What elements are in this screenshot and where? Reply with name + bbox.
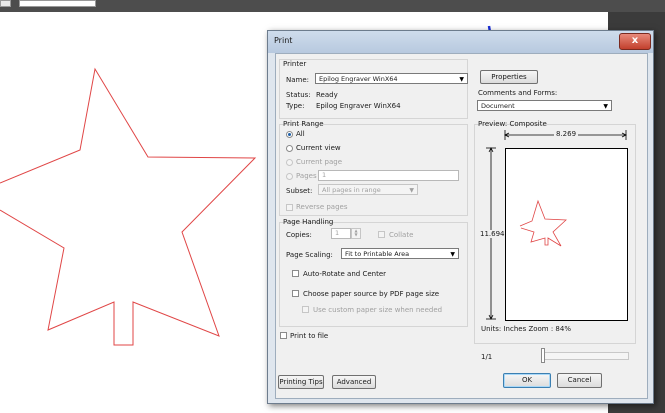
spinner-arrows-icon: ▲ ▼ xyxy=(351,228,361,239)
pages-input: 1 xyxy=(318,170,459,181)
close-icon[interactable]: x xyxy=(619,33,651,50)
pages-label: Pages xyxy=(296,172,317,180)
printer-group xyxy=(279,59,468,119)
dialog-title: Print xyxy=(274,36,293,45)
cancel-button[interactable]: Cancel xyxy=(557,373,602,388)
auto-rotate-checkbox[interactable] xyxy=(292,270,299,277)
current-view-radio[interactable] xyxy=(286,145,293,152)
reverse-pages-label: Reverse pages xyxy=(296,203,348,211)
star-outline xyxy=(0,67,257,346)
ok-button[interactable]: OK xyxy=(503,373,551,388)
page-scaling-label: Page Scaling: xyxy=(286,251,333,259)
chevron-down-icon: ▼ xyxy=(409,187,414,194)
printer-name-label: Name: xyxy=(286,76,310,84)
printer-section-label: Printer xyxy=(283,60,307,68)
printing-tips-button[interactable]: Printing Tips xyxy=(278,375,324,389)
preview-label: Preview: Composite xyxy=(478,120,547,128)
collate-label: Collate xyxy=(389,231,414,239)
choose-paper-source-checkbox[interactable] xyxy=(292,290,299,297)
chevron-down-icon: ▼ xyxy=(459,76,464,83)
print-range-all-label: All xyxy=(296,130,305,138)
page-scaling-value: Fit to Printable Area xyxy=(345,250,410,258)
current-page-radio xyxy=(286,159,293,166)
printer-status-value: Ready xyxy=(316,91,338,99)
copies-label: Copies: xyxy=(286,231,312,239)
page-scaling-select[interactable]: Fit to Printable Area ▼ xyxy=(341,248,459,259)
print-to-file-checkbox[interactable] xyxy=(280,332,287,339)
printer-type-value: Epilog Engraver WinX64 xyxy=(316,102,401,110)
subset-value: All pages in range xyxy=(322,186,381,194)
page-handling-section-label: Page Handling xyxy=(283,218,334,226)
comments-forms-value: Document xyxy=(481,102,515,110)
choose-paper-source-label: Choose paper source by PDF page size xyxy=(303,290,440,298)
page-slider-track[interactable] xyxy=(541,352,629,360)
printer-status-label: Status: xyxy=(286,91,311,99)
printer-name-select[interactable]: Epilog Engraver WinX64 ▼ xyxy=(315,73,468,84)
comments-forms-select[interactable]: Document ▼ xyxy=(477,100,612,111)
printer-name-value: Epilog Engraver WinX64 xyxy=(319,75,398,83)
copies-input: 1 xyxy=(331,228,351,239)
print-range-section-label: Print Range xyxy=(283,120,324,128)
properties-button[interactable]: Properties xyxy=(480,70,538,84)
subset-label: Subset: xyxy=(286,187,313,195)
units-zoom-label: Units: Inches Zoom : 84% xyxy=(481,325,571,333)
reverse-pages-checkbox xyxy=(286,204,293,211)
current-page-label: Current page xyxy=(296,158,342,166)
print-to-file-label: Print to file xyxy=(290,332,329,340)
current-view-label: Current view xyxy=(296,144,341,152)
preview-width-value: 8.269 xyxy=(554,130,579,138)
chevron-down-icon: ▼ xyxy=(603,103,608,110)
page-indicator: 1/1 xyxy=(481,353,493,361)
chevron-down-icon: ▼ xyxy=(450,251,455,258)
printer-type-label: Type: xyxy=(286,102,305,110)
collate-checkbox xyxy=(378,231,385,238)
advanced-button[interactable]: Advanced xyxy=(332,375,376,389)
preview-star-thumbnail xyxy=(519,199,567,247)
page-slider-thumb[interactable] xyxy=(541,348,545,363)
subset-select: All pages in range ▼ xyxy=(318,184,418,195)
print-range-all-radio[interactable] xyxy=(286,131,293,138)
custom-paper-size-checkbox xyxy=(302,306,309,313)
pages-radio xyxy=(286,173,293,180)
dialog-titlebar[interactable]: Print x xyxy=(268,31,653,53)
preview-height-value: 11.694 xyxy=(480,230,505,238)
custom-paper-size-label: Use custom paper size when needed xyxy=(313,306,443,314)
comments-forms-label: Comments and Forms: xyxy=(478,89,558,97)
auto-rotate-label: Auto-Rotate and Center xyxy=(303,270,387,278)
